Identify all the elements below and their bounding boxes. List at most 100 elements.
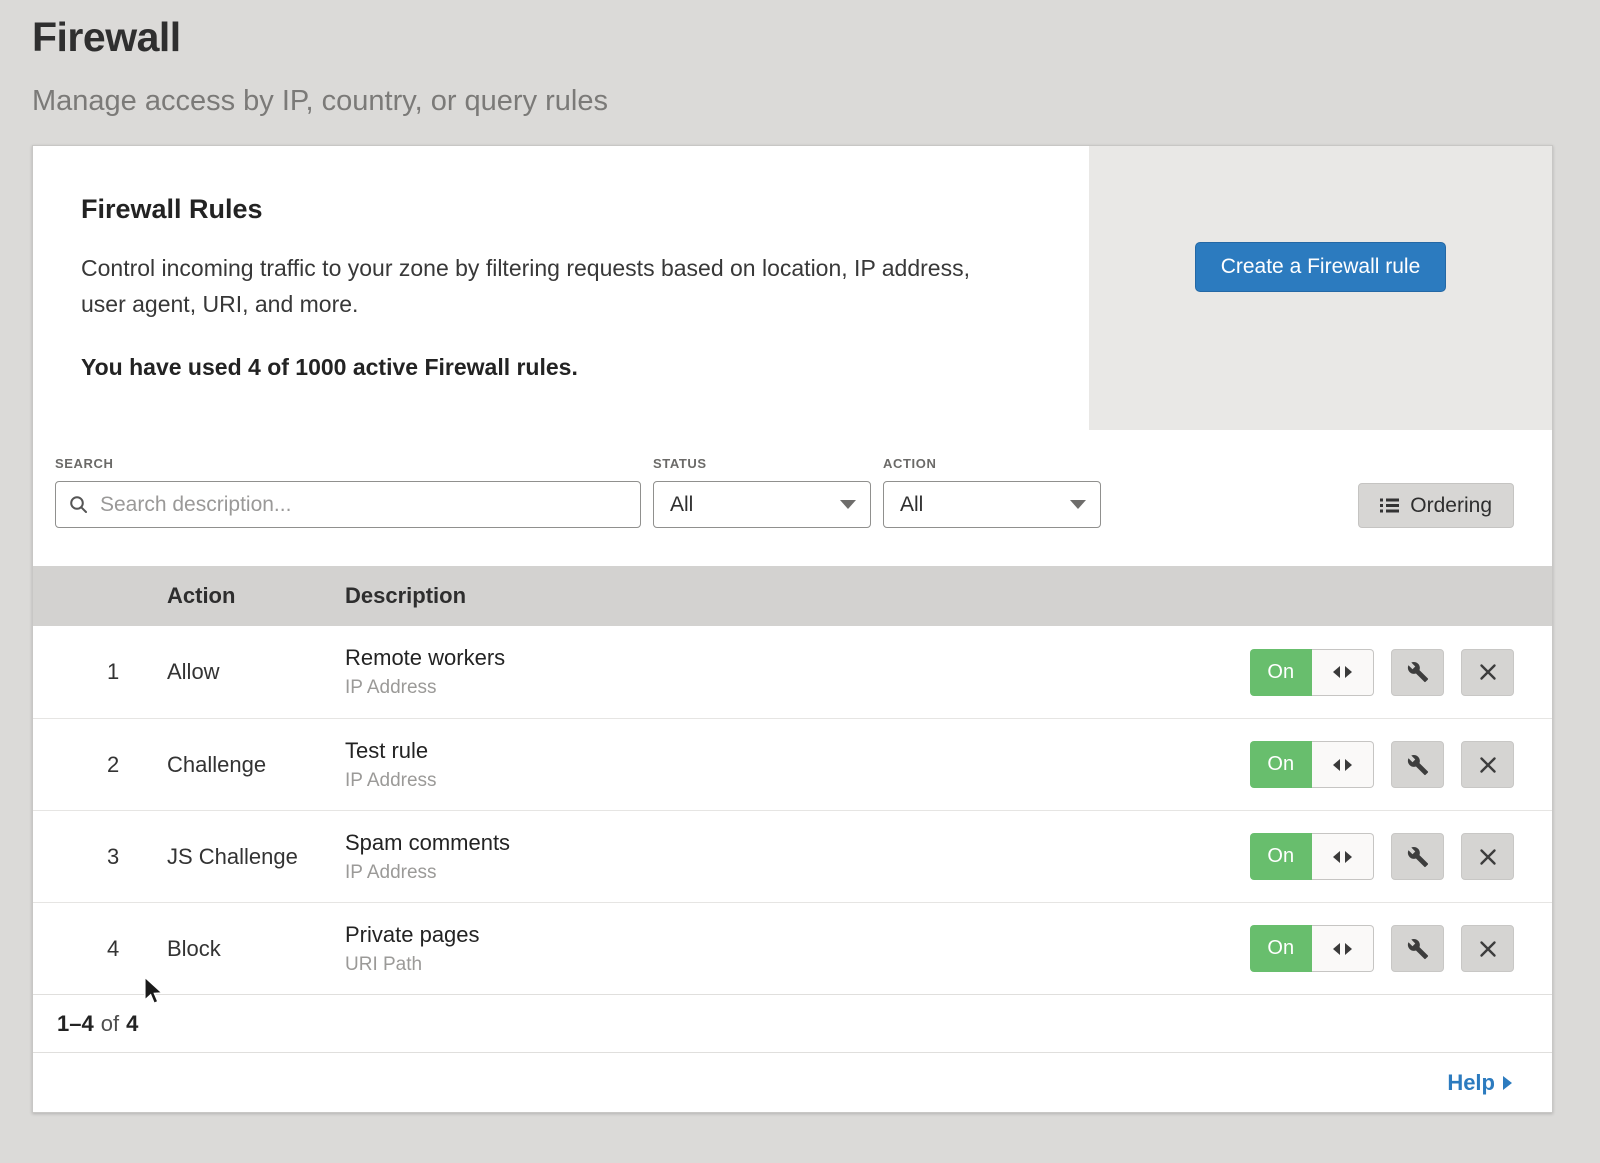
create-firewall-rule-button[interactable]: Create a Firewall rule: [1195, 242, 1447, 292]
column-header-action: Action: [167, 583, 345, 609]
action-filter: ACTION All: [883, 456, 1101, 528]
rule-description: Test rule: [345, 738, 1250, 764]
firewall-card: Firewall Rules Control incoming traffic …: [32, 145, 1553, 1113]
help-link[interactable]: Help: [1447, 1070, 1512, 1096]
status-filter: STATUS All: [653, 456, 871, 528]
close-icon: [1479, 663, 1497, 681]
page-header: Firewall Manage access by IP, country, o…: [0, 0, 1600, 118]
rule-controls: On: [1250, 741, 1552, 788]
wrench-icon: [1407, 754, 1429, 776]
rule-controls: On: [1250, 833, 1552, 880]
rule-priority: 3: [33, 844, 167, 870]
right-arrow-icon: [1345, 943, 1352, 955]
status-select-value: All: [670, 493, 693, 517]
toggle-on-segment[interactable]: On: [1250, 649, 1312, 696]
table-row: 2 Challenge Test rule IP Address On: [33, 718, 1552, 810]
toggle-on-segment[interactable]: On: [1250, 741, 1312, 788]
delete-rule-button[interactable]: [1461, 833, 1514, 880]
action-select[interactable]: All: [883, 481, 1101, 528]
ordering-button[interactable]: Ordering: [1358, 483, 1514, 528]
mouse-cursor-icon: [142, 976, 164, 1006]
close-icon: [1479, 940, 1497, 958]
pagination-range: 1–4: [57, 1011, 94, 1037]
table-header-row: Action Description: [33, 566, 1552, 626]
left-arrow-icon: [1333, 851, 1340, 863]
rule-description: Private pages: [345, 922, 1250, 948]
pagination: 1–4 of 4: [33, 994, 1552, 1052]
right-arrow-icon: [1345, 759, 1352, 771]
rule-controls: On: [1250, 925, 1552, 972]
edit-rule-button[interactable]: [1391, 833, 1444, 880]
pagination-of: of: [101, 1011, 119, 1037]
rule-controls: On: [1250, 649, 1552, 696]
rule-action: JS Challenge: [167, 844, 345, 870]
rule-priority: 1: [33, 659, 167, 685]
left-arrow-icon: [1333, 943, 1340, 955]
search-input[interactable]: [55, 481, 641, 528]
left-arrow-icon: [1333, 666, 1340, 678]
action-label: ACTION: [883, 456, 1101, 471]
status-select[interactable]: All: [653, 481, 871, 528]
column-header-description: Description: [345, 583, 1250, 609]
delete-rule-button[interactable]: [1461, 925, 1514, 972]
rule-action: Allow: [167, 659, 345, 685]
usage-count-text: You have used 4 of 1000 active Firewall …: [81, 354, 1019, 381]
rules-table: Action Description 1 Allow Remote worker…: [33, 566, 1552, 1112]
ordering-button-label: Ordering: [1410, 494, 1492, 518]
rule-description: Spam comments: [345, 830, 1250, 856]
rule-enabled-toggle[interactable]: On: [1250, 833, 1374, 880]
rule-priority: 2: [33, 752, 167, 778]
table-row: 3 JS Challenge Spam comments IP Address …: [33, 810, 1552, 902]
search-box: [55, 481, 641, 528]
page-subtitle: Manage access by IP, country, or query r…: [32, 85, 1600, 118]
rule-action: Challenge: [167, 752, 345, 778]
wrench-icon: [1407, 846, 1429, 868]
page-title: Firewall: [32, 14, 1600, 61]
rule-match-type: IP Address: [345, 770, 1250, 792]
right-arrow-icon: [1345, 666, 1352, 678]
status-label: STATUS: [653, 456, 871, 471]
table-row: 4 Block Private pages URI Path On: [33, 902, 1552, 994]
toggle-on-segment[interactable]: On: [1250, 833, 1312, 880]
chevron-down-icon: [840, 500, 856, 509]
rule-enabled-toggle[interactable]: On: [1250, 649, 1374, 696]
toggle-drag-handle-icon[interactable]: [1312, 833, 1375, 880]
ordering-wrap: Ordering: [1358, 483, 1514, 528]
rule-description-cell: Private pages URI Path: [345, 922, 1250, 976]
rule-description-cell: Spam comments IP Address: [345, 830, 1250, 884]
card-heading: Firewall Rules: [81, 194, 1019, 225]
rule-description-cell: Test rule IP Address: [345, 738, 1250, 792]
edit-rule-button[interactable]: [1391, 741, 1444, 788]
intro-section: Firewall Rules Control incoming traffic …: [33, 146, 1552, 430]
table-row: 1 Allow Remote workers IP Address On: [33, 626, 1552, 718]
close-icon: [1479, 848, 1497, 866]
rule-match-type: IP Address: [345, 862, 1250, 884]
wrench-icon: [1407, 661, 1429, 683]
rule-priority: 4: [33, 936, 167, 962]
toggle-drag-handle-icon[interactable]: [1312, 741, 1375, 788]
edit-rule-button[interactable]: [1391, 925, 1444, 972]
wrench-icon: [1407, 938, 1429, 960]
action-select-value: All: [900, 493, 923, 517]
delete-rule-button[interactable]: [1461, 649, 1514, 696]
intro-side-panel: Create a Firewall rule: [1089, 146, 1552, 430]
pagination-total: 4: [126, 1011, 138, 1037]
rule-description: Remote workers: [345, 645, 1250, 671]
rule-action: Block: [167, 936, 345, 962]
ordering-list-icon: [1380, 498, 1399, 513]
toggle-drag-handle-icon[interactable]: [1312, 649, 1375, 696]
search-label: SEARCH: [55, 456, 641, 471]
rule-enabled-toggle[interactable]: On: [1250, 741, 1374, 788]
left-arrow-icon: [1333, 759, 1340, 771]
card-description: Control incoming traffic to your zone by…: [81, 251, 1019, 322]
toggle-drag-handle-icon[interactable]: [1312, 925, 1375, 972]
delete-rule-button[interactable]: [1461, 741, 1514, 788]
intro-text-panel: Firewall Rules Control incoming traffic …: [33, 146, 1089, 430]
help-row: Help: [33, 1052, 1552, 1112]
help-link-label: Help: [1447, 1070, 1495, 1096]
close-icon: [1479, 756, 1497, 774]
right-arrow-icon: [1345, 851, 1352, 863]
toggle-on-segment[interactable]: On: [1250, 925, 1312, 972]
rule-enabled-toggle[interactable]: On: [1250, 925, 1374, 972]
edit-rule-button[interactable]: [1391, 649, 1444, 696]
